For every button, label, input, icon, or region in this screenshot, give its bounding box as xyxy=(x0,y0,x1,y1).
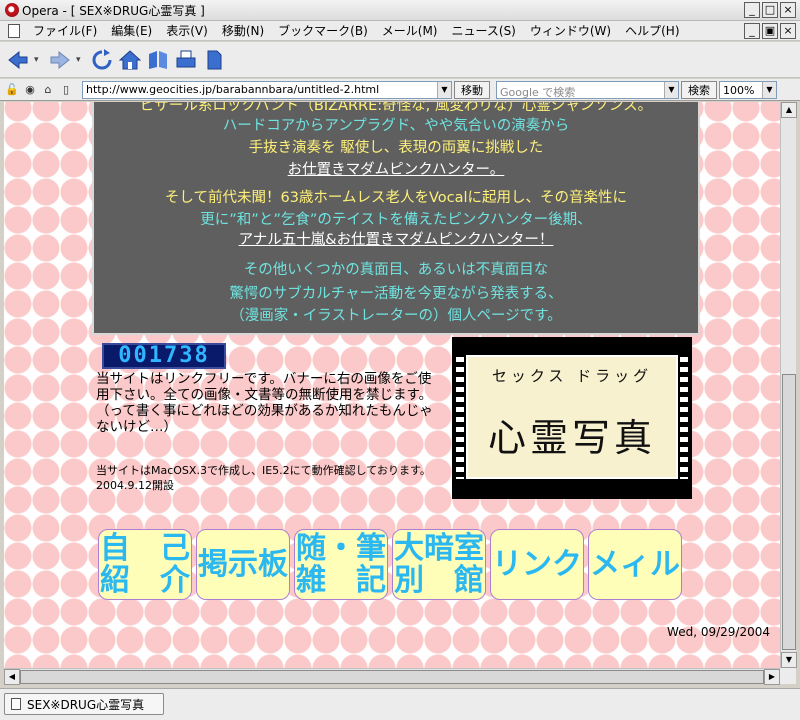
toolbar: ▾ ▾ xyxy=(0,42,800,78)
back-dropdown-icon[interactable]: ▾ xyxy=(34,48,44,72)
menu-news[interactable]: ニュース(S) xyxy=(444,22,522,39)
access-counter: 001738 xyxy=(102,343,226,369)
tab-current-page[interactable]: SEX※DRUG心霊写真 xyxy=(4,693,164,715)
intro-line-5: そして前代未聞！63歳ホームレス老人をVocalに起用し、その音楽性に xyxy=(164,190,628,206)
update-date: Wed, 09/29/2004 xyxy=(667,625,770,639)
back-arrow-icon xyxy=(8,50,28,69)
intro-line-4-band: お仕置きマダムピンクハンター。 xyxy=(287,162,505,178)
environment-notice: 当サイトはMacOSX.3で作成し、IE5.2にて動作確認しております。2004… xyxy=(96,464,431,492)
close-button[interactable]: × xyxy=(780,2,796,18)
title-bar: Opera - [ SEX※DRUG心霊写真 ] _ □ × xyxy=(0,0,800,21)
new-page-button[interactable] xyxy=(202,48,226,72)
info-panel: 001738 当サイトはリンクフリーです。バナーに右の画像をご使用下さい。全ての… xyxy=(92,335,700,501)
new-page-icon xyxy=(207,50,222,69)
window-title: Opera - [ SEX※DRUG心霊写真 ] xyxy=(22,3,205,18)
forward-button[interactable] xyxy=(48,48,72,72)
site-navigation: 自 己 紹 介 掲示板 随・筆 雑 記 大暗室 別 館 リンク メィル xyxy=(98,529,682,600)
tab-bar: SEX※DRUG心霊写真 xyxy=(0,688,800,720)
search-input[interactable]: Google で検索 ▼ xyxy=(496,80,679,99)
hotlist-icon xyxy=(149,50,167,69)
nav-profile-button[interactable]: 自 己 紹 介 xyxy=(98,529,192,600)
menu-help[interactable]: ヘルプ(H) xyxy=(618,22,686,39)
menu-bookmarks[interactable]: ブックマーク(B) xyxy=(271,22,375,39)
menu-view[interactable]: 表示(V) xyxy=(159,22,215,39)
page-icon xyxy=(11,698,21,710)
zoom-dropdown-icon[interactable]: ▼ xyxy=(762,81,776,98)
url-dropdown-icon[interactable]: ▼ xyxy=(437,81,451,98)
minimize-button[interactable]: _ xyxy=(744,2,760,18)
cookie-icon[interactable]: ◉ xyxy=(22,82,38,98)
scroll-corner xyxy=(780,668,796,684)
search-dropdown-icon[interactable]: ▼ xyxy=(664,81,678,98)
vertical-scrollbar[interactable]: ▲ ▼ xyxy=(780,102,797,668)
reload-button[interactable] xyxy=(90,48,114,72)
security-lock-icon[interactable]: 🔓 xyxy=(4,82,20,98)
menu-window[interactable]: ウィンドウ(W) xyxy=(523,22,618,39)
nav-bbs-button[interactable]: 掲示板 xyxy=(196,529,290,600)
tab-label: SEX※DRUG心霊写真 xyxy=(27,697,145,712)
page-viewport: ビザール系ロックバンド（BIZARRE:奇怪な, 風変わりな）心霊シャンソンス。… xyxy=(4,102,780,668)
horizontal-scrollbar[interactable]: ◀ ▶ xyxy=(4,668,780,685)
horizontal-scroll-thumb[interactable] xyxy=(20,670,764,684)
film-strip-right xyxy=(680,357,688,479)
home-icon xyxy=(119,49,141,69)
banner-subtitle: セックス ドラッグ xyxy=(491,367,653,385)
print-button[interactable] xyxy=(174,48,198,72)
film-strip-left xyxy=(456,357,464,479)
banner-paper: セックス ドラッグ 心霊写真 xyxy=(466,355,678,479)
menu-navigate[interactable]: 移動(N) xyxy=(215,22,271,39)
forward-dropdown-icon[interactable]: ▾ xyxy=(76,48,86,72)
intro-line-2: ハードコアからアンプラグド、やや気合いの演奏から xyxy=(222,118,570,134)
hotlist-button[interactable] xyxy=(146,48,170,72)
intro-line-6: 更に”和”と”乞食”のテイストを備えたピンクハンター後期、 xyxy=(200,212,592,228)
menu-edit[interactable]: 編集(E) xyxy=(104,22,159,39)
page-info-icon[interactable]: ⌂ xyxy=(40,82,56,98)
intro-line-8: その他いくつかの真面目、あるいは不真面目な xyxy=(243,262,549,278)
menu-bar: ファイル(F) 編集(E) 表示(V) 移動(N) ブックマーク(B) メール(… xyxy=(0,21,800,41)
doc-close-button[interactable]: × xyxy=(780,23,796,39)
nav-essay-button[interactable]: 随・筆 雑 記 xyxy=(294,529,388,600)
go-button[interactable]: 移動 xyxy=(454,80,490,99)
scroll-left-icon[interactable]: ◀ xyxy=(4,669,20,685)
reload-icon xyxy=(92,48,112,69)
nav-darkroom-button[interactable]: 大暗室 別 館 xyxy=(392,529,486,600)
forward-arrow-icon xyxy=(50,50,70,69)
search-button[interactable]: 検索 xyxy=(681,80,717,99)
url-input[interactable]: http://www.geocities.jp/barabannbara/unt… xyxy=(82,80,452,99)
maximize-button[interactable]: □ xyxy=(762,2,778,18)
intro-line-1-text: ビザール系ロックバンド（BIZARRE:奇怪な, 風変わりな）心霊シャンソンス。 xyxy=(139,102,653,114)
scroll-right-icon[interactable]: ▶ xyxy=(764,669,780,685)
print-icon xyxy=(176,50,196,67)
nav-mail-button[interactable]: メィル xyxy=(588,529,682,600)
home-button[interactable] xyxy=(118,48,142,72)
address-bar: 🔓 ◉ ⌂ ▯ http://www.geocities.jp/barabann… xyxy=(0,79,800,101)
intro-panel: ビザール系ロックバンド（BIZARRE:奇怪な, 風変わりな）心霊シャンソンス。… xyxy=(92,102,700,335)
document-icon[interactable]: ▯ xyxy=(58,82,74,98)
intro-line-10: （漫画家・イラストレーターの）個人ページです。 xyxy=(230,308,562,324)
intro-line-3: 手抜き演奏を 駆使し、表現の両翼に挑戦した xyxy=(248,140,544,156)
doc-restore-button[interactable]: ▣ xyxy=(762,23,778,39)
menu-mail[interactable]: メール(M) xyxy=(375,22,445,39)
intro-line-7-band: アナル五十嵐&お仕置きマダムピンクハンター！ xyxy=(238,232,554,248)
scroll-down-icon[interactable]: ▼ xyxy=(781,652,797,668)
search-placeholder: Google で検索 xyxy=(500,85,576,99)
document-icon xyxy=(8,23,20,38)
back-button[interactable] xyxy=(6,48,30,72)
intro-line-9: 驚愕のサブカルチャー活動を今更ながら発表する、 xyxy=(229,286,563,302)
scroll-up-icon[interactable]: ▲ xyxy=(781,102,797,118)
vertical-scroll-thumb[interactable] xyxy=(782,374,796,650)
doc-minimize-button[interactable]: _ xyxy=(744,23,760,39)
zoom-select[interactable]: 100% ▼ xyxy=(719,80,777,99)
opera-logo-icon xyxy=(5,3,19,17)
site-banner-image[interactable]: セックス ドラッグ 心霊写真 xyxy=(452,337,692,499)
url-text: http://www.geocities.jp/barabannbara/unt… xyxy=(86,83,380,96)
zoom-value: 100% xyxy=(723,83,755,97)
banner-title: 心霊写真 xyxy=(487,416,656,460)
link-free-notice: 当サイトはリンクフリーです。バナーに右の画像をご使用下さい。全ての画像・文書等の… xyxy=(96,371,433,435)
menu-file[interactable]: ファイル(F) xyxy=(26,22,104,39)
nav-links-button[interactable]: リンク xyxy=(490,529,584,600)
